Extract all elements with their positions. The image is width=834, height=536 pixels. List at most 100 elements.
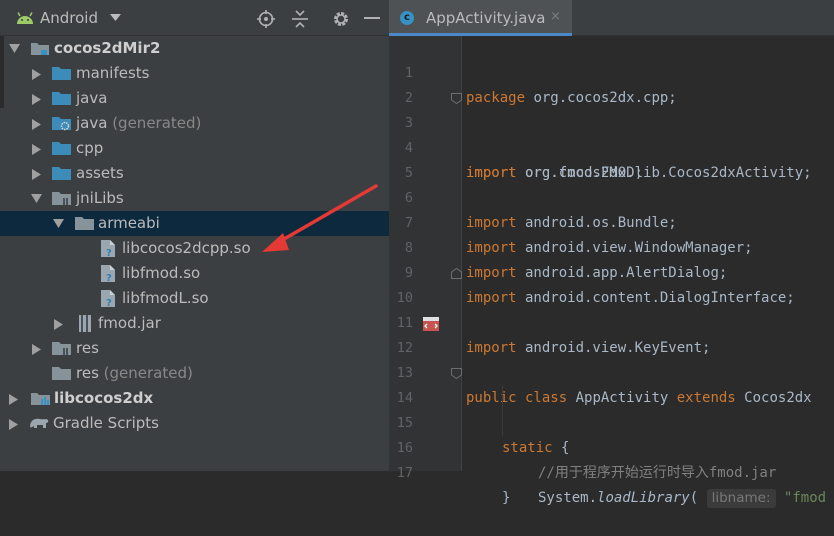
chevron-right-icon[interactable] — [32, 344, 41, 355]
chevron-down-icon[interactable] — [9, 44, 20, 53]
tree-item-label: armeabi — [98, 214, 160, 232]
code-line: 6 import android.os.Bundle; — [389, 161, 834, 231]
chevron-right-icon[interactable] — [32, 169, 41, 180]
chevron-down-icon[interactable] — [110, 14, 121, 21]
tree-item-label: res (generated) — [76, 364, 193, 382]
folder-icon — [52, 367, 71, 380]
tree-item-label: manifests — [76, 64, 150, 82]
indent-guide — [502, 386, 503, 411]
folder-icon — [52, 142, 71, 155]
indent-guide — [502, 411, 503, 436]
unknown-file-icon: ? — [101, 290, 115, 308]
chevron-down-icon[interactable] — [53, 219, 64, 228]
code-line: 9 import android.content.DialogInterface… — [389, 236, 834, 306]
fold-marker-icon[interactable] — [451, 368, 462, 379]
tree-item-label: libfmod.so — [122, 264, 201, 282]
tree-item-label: cocos2dMir2 — [54, 39, 161, 57]
tree-item-label: res — [76, 339, 99, 357]
folder-icon — [52, 67, 71, 80]
fold-marker-icon[interactable] — [451, 93, 462, 104]
tree-item-armeabi[interactable]: armeabi — [0, 211, 389, 236]
tree-item-java-generated[interactable]: java (generated) — [0, 111, 389, 136]
minimize-icon[interactable] — [364, 17, 380, 20]
tree-item-gradle-scripts[interactable]: Gradle Scripts — [0, 411, 389, 436]
project-view-selector[interactable]: Android — [40, 9, 98, 27]
code-line: 7 import android.view.WindowManager; — [389, 186, 834, 256]
code-editor: c AppActivity.java × 1 package org.cocos… — [389, 0, 834, 508]
svg-text:?: ? — [106, 273, 112, 283]
tree-item-libcocos2dcpp-so[interactable]: ? libcocos2dcpp.so — [0, 236, 389, 261]
svg-text:?: ? — [106, 248, 112, 258]
code-line: 12 public class AppActivity extends Coco… — [389, 311, 834, 406]
tree-item-cocos2dmir2[interactable]: cocos2dMir2 — [0, 36, 389, 61]
code-line: 17 } — [389, 436, 834, 506]
java-class-icon: c — [400, 11, 414, 25]
tree-item-java[interactable]: java — [0, 86, 389, 111]
tree-item-jnilibs[interactable]: jniLibs — [0, 186, 389, 211]
jar-archive-icon — [79, 315, 91, 332]
folder-icon — [52, 167, 71, 180]
tab-appactivity-java[interactable]: c AppActivity.java × — [389, 0, 572, 36]
code-line: 16 System.loadLibrary( libname: "fmod — [389, 411, 834, 508]
chevron-right-icon[interactable] — [32, 94, 41, 105]
code-line: 11 — [389, 286, 834, 331]
tree-item-label: java (generated) — [76, 114, 202, 132]
code-line: 5 — [389, 136, 834, 181]
code-line: 1 package org.cocos2dx.cpp; — [389, 36, 834, 106]
tree-item-label: libcocos2dx — [54, 389, 154, 407]
editor-tab-bar: c AppActivity.java × — [389, 0, 834, 36]
collapse-all-icon[interactable] — [291, 10, 309, 28]
code-line: 14 static { — [389, 361, 834, 456]
code-text: } — [502, 490, 511, 506]
tree-item-label: jniLibs — [76, 189, 124, 207]
chevron-right-icon[interactable] — [32, 144, 41, 155]
android-icon — [17, 12, 33, 24]
code-comment: //用于程序开始运行时导入fmod.jar — [538, 465, 777, 481]
chevron-down-icon[interactable] — [31, 194, 42, 203]
tree-item-fmod-jar[interactable]: fmod.jar — [0, 311, 389, 336]
gear-icon[interactable] — [332, 10, 350, 28]
project-panel: Android cocos2dMir2 manifests java java … — [0, 0, 389, 471]
code-line: 4 import org.fmod.FMOD; — [389, 111, 834, 181]
activity-gutter-icon[interactable] — [422, 316, 440, 332]
chevron-right-icon[interactable] — [9, 394, 18, 405]
tree-item-manifests[interactable]: manifests — [0, 61, 389, 86]
fold-end-marker-icon[interactable] — [451, 268, 462, 279]
line-number: 17 — [396, 465, 413, 481]
module-folder-icon — [31, 43, 49, 55]
resource-folder-icon — [52, 342, 71, 355]
close-icon[interactable]: × — [550, 9, 561, 24]
tree-item-res[interactable]: res — [0, 336, 389, 361]
chevron-right-icon[interactable] — [32, 69, 41, 80]
chevron-right-icon[interactable] — [9, 419, 18, 430]
project-tree: cocos2dMir2 manifests java java (generat… — [0, 36, 389, 436]
parameter-hint: libname: — [706, 489, 776, 508]
unknown-file-icon: ? — [101, 240, 115, 258]
code-line: 15 //用于程序开始运行时导入fmod.jar — [389, 386, 834, 481]
tree-item-assets[interactable]: assets — [0, 161, 389, 186]
code-line: 10 import android.view.KeyEvent; — [389, 261, 834, 356]
chevron-right-icon[interactable] — [32, 119, 41, 130]
tree-item-cpp[interactable]: cpp — [0, 136, 389, 161]
locate-target-icon[interactable] — [257, 10, 275, 28]
tree-item-res-generated[interactable]: res (generated) — [0, 361, 389, 386]
code-lines[interactable]: 1 package org.cocos2dx.cpp; 2 3 import o… — [389, 36, 834, 508]
tree-item-libfmodl-so[interactable]: ? libfmodL.so — [0, 286, 389, 311]
code-line: 2 — [389, 61, 834, 106]
tree-item-label: fmod.jar — [98, 314, 161, 332]
chevron-right-icon[interactable] — [54, 319, 63, 330]
tab-title: AppActivity.java — [426, 9, 546, 27]
library-module-icon — [31, 393, 50, 405]
code-line: 13 — [389, 336, 834, 381]
tree-item-libfmod-so[interactable]: ? libfmod.so — [0, 261, 389, 286]
code-line: 3 import org.cocos2dx.lib.Cocos2dxActivi… — [389, 86, 834, 181]
code-text: System.loadLibrary( libname: "fmod — [538, 489, 827, 508]
tree-item-libcocos2dx[interactable]: libcocos2dx — [0, 386, 389, 411]
code-line: 8 import android.app.AlertDialog; — [389, 211, 834, 281]
tree-item-label: java — [76, 89, 108, 107]
svg-text:?: ? — [106, 298, 112, 308]
gradle-icon — [30, 418, 49, 428]
tree-item-label: cpp — [76, 139, 104, 157]
tree-item-label: assets — [76, 164, 124, 182]
tree-item-label: libcocos2dcpp.so — [122, 239, 251, 257]
